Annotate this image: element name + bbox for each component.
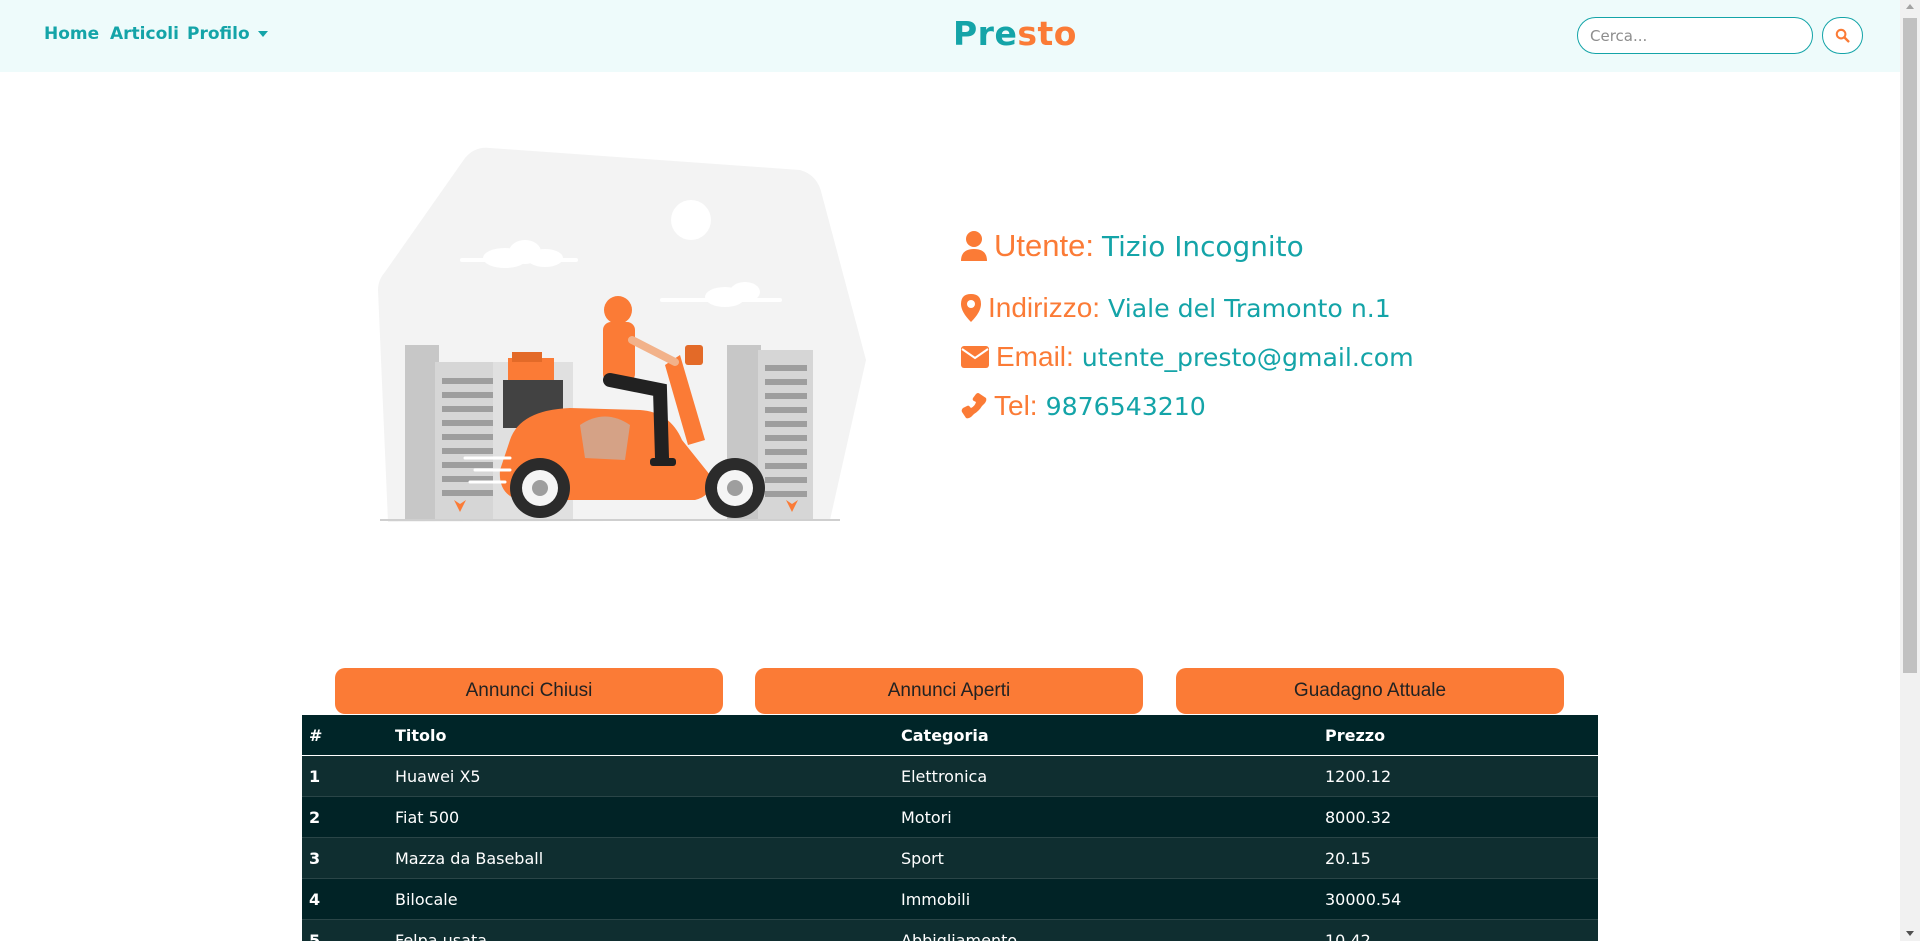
scroll-up-arrow-icon[interactable]	[1906, 4, 1914, 9]
user-value: Tizio Incognito	[1101, 229, 1304, 263]
table-header-row: # Titolo Categoria Prezzo	[302, 715, 1598, 756]
nav-articoli-link[interactable]: Articoli	[110, 24, 179, 44]
ads-table: # Titolo Categoria Prezzo 1 Huawei X5 El…	[302, 715, 1598, 941]
delivery-scooter-illustration	[378, 147, 866, 522]
email-value: utente_presto@gmail.com	[1081, 342, 1414, 372]
row-price: 10.42	[1325, 930, 1371, 941]
row-num: 3	[309, 848, 321, 868]
row-category: Elettronica	[901, 766, 988, 786]
row-num: 1	[309, 766, 321, 786]
closed-ads-button[interactable]: Annunci Chiusi	[335, 668, 723, 714]
row-category: Motori	[901, 807, 952, 827]
address-label: Indirizzo:	[988, 292, 1101, 323]
nav-home-link[interactable]: Home	[44, 24, 99, 44]
envelope-icon	[961, 346, 989, 368]
tel-value: 9876543210	[1045, 391, 1206, 421]
row-category: Abbigliamento	[901, 930, 1018, 941]
profile-email-row: Email: utente_presto@gmail.com	[960, 341, 1414, 373]
nav-profilo-dropdown[interactable]: Profilo	[187, 24, 268, 44]
brand-logo[interactable]: Presto	[953, 14, 1077, 53]
chevron-down-icon	[257, 31, 268, 37]
earnings-button[interactable]: Guadagno Attuale	[1176, 668, 1564, 714]
phone-icon	[961, 393, 987, 419]
table-row[interactable]: 2 Fiat 500 Motori 8000.32	[302, 797, 1598, 838]
tel-label: Tel:	[994, 390, 1038, 421]
row-num: 2	[309, 807, 321, 827]
search-icon	[1835, 28, 1850, 43]
row-title: Mazza da Baseball	[395, 848, 544, 868]
row-num: 4	[309, 889, 321, 909]
brand-part-2: sto	[1017, 14, 1077, 53]
search-input[interactable]	[1577, 17, 1813, 54]
profile-address-row: Indirizzo: Viale del Tramonto n.1	[960, 292, 1391, 324]
row-title: Fiat 500	[395, 807, 460, 827]
top-navbar: Home Articoli Profilo Presto	[0, 0, 1900, 72]
open-ads-button[interactable]: Annunci Aperti	[755, 668, 1143, 714]
email-label: Email:	[996, 341, 1074, 372]
scrollbar-thumb[interactable]	[1903, 18, 1917, 673]
row-title: Felpa usata	[395, 930, 488, 941]
table-row[interactable]: 5 Felpa usata Abbigliamento 10.42	[302, 920, 1598, 941]
row-category: Immobili	[901, 889, 971, 909]
user-icon	[961, 231, 987, 261]
header-title: Titolo	[395, 725, 447, 745]
address-value: Viale del Tramonto n.1	[1108, 293, 1391, 323]
header-price: Prezzo	[1325, 725, 1386, 745]
nav-profilo-label: Profilo	[187, 24, 250, 44]
row-price: 30000.54	[1325, 889, 1402, 909]
row-price: 20.15	[1325, 848, 1371, 868]
search-button[interactable]	[1822, 17, 1863, 54]
profile-user-row: Utente: Tizio Incognito	[960, 228, 1304, 264]
row-title: Bilocale	[395, 889, 458, 909]
row-category: Sport	[901, 848, 944, 868]
table-row[interactable]: 3 Mazza da Baseball Sport 20.15	[302, 838, 1598, 879]
user-label: Utente:	[994, 228, 1094, 263]
table-row[interactable]: 4 Bilocale Immobili 30000.54	[302, 879, 1598, 920]
header-category: Categoria	[901, 725, 989, 745]
header-num: #	[309, 725, 323, 745]
row-title: Huawei X5	[395, 766, 481, 786]
table-row[interactable]: 1 Huawei X5 Elettronica 1200.12	[302, 756, 1598, 797]
row-price: 1200.12	[1325, 766, 1392, 786]
brand-part-1: Pre	[953, 14, 1018, 53]
profile-phone-row: Tel: 9876543210	[960, 390, 1206, 422]
scroll-down-arrow-icon[interactable]	[1906, 931, 1914, 936]
row-price: 8000.32	[1325, 807, 1392, 827]
row-num: 5	[309, 930, 321, 941]
map-marker-icon	[961, 294, 981, 322]
